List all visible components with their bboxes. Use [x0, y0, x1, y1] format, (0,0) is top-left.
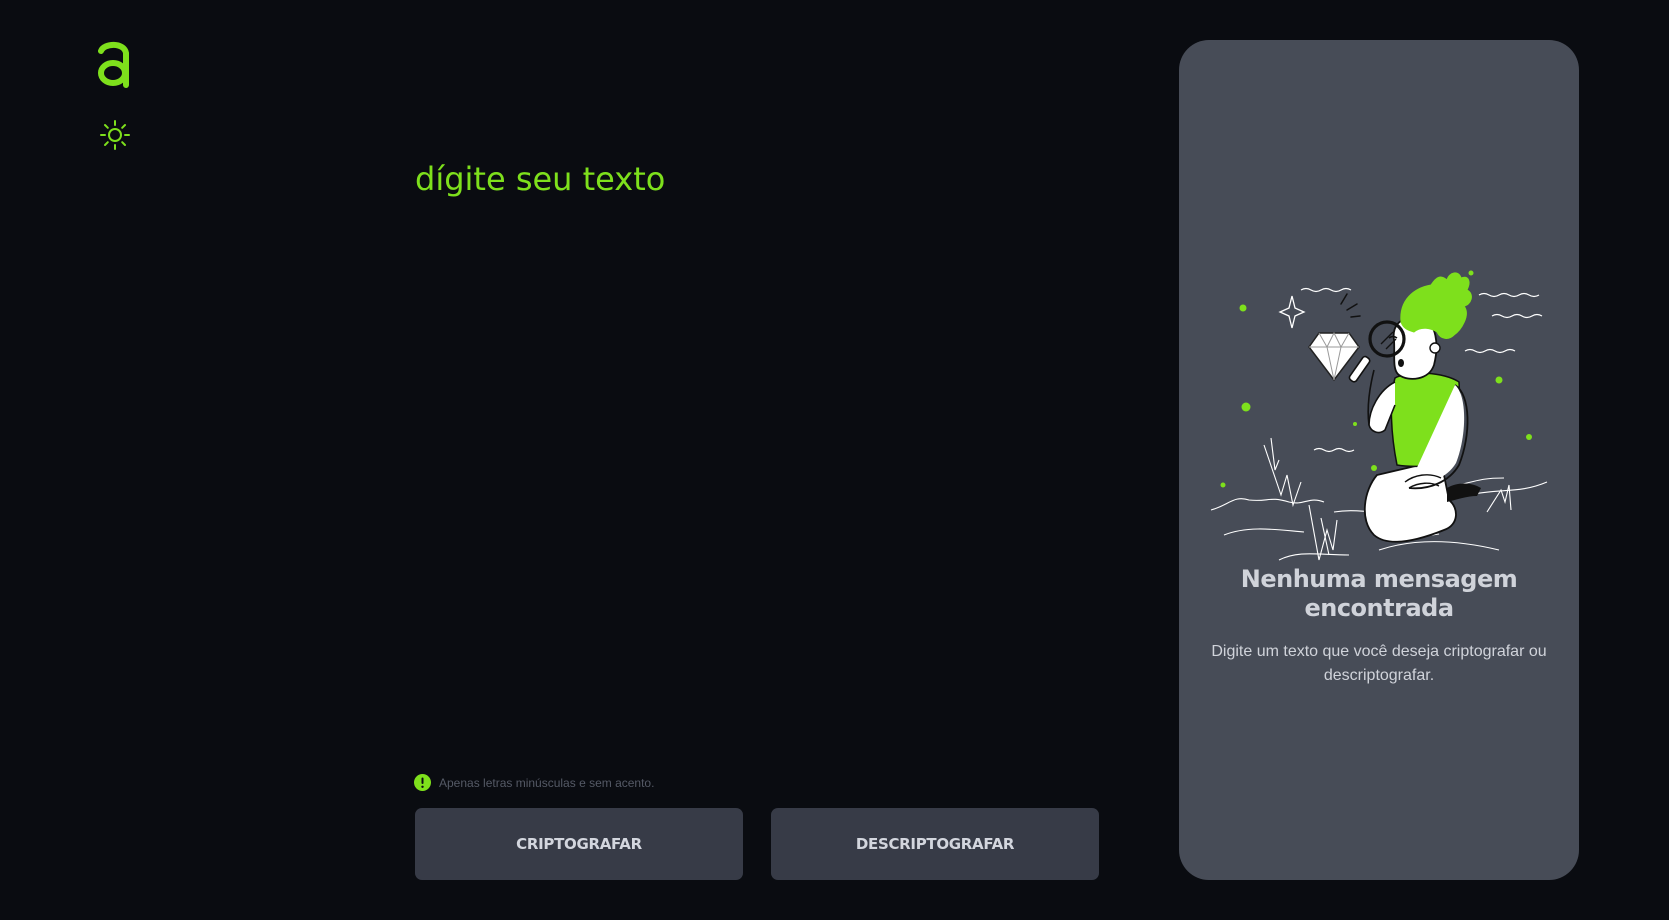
output-panel: Nenhuma mensagem encontrada Digite um te…: [1179, 40, 1579, 880]
app-page: Apenas letras minúsculas e sem acento. C…: [0, 0, 1669, 920]
person-with-magnifier-illustration: [1210, 270, 1548, 561]
theme-toggle-button[interactable]: [99, 119, 131, 151]
sun-icon: [100, 120, 130, 150]
empty-message-title: Nenhuma mensagem encontrada: [1240, 565, 1518, 622]
exclamation-circle-icon: [414, 774, 431, 791]
message-textarea[interactable]: [415, 160, 1100, 750]
logo-icon: [98, 41, 129, 88]
hint-text: Apenas letras minúsculas e sem acento.: [439, 775, 655, 790]
empty-message-description: Digite um texto que você deseja criptogr…: [1211, 643, 1547, 684]
encrypt-button[interactable]: CRIPTOGRAFAR: [415, 808, 743, 880]
decrypt-button[interactable]: DESCRIPTOGRAFAR: [771, 808, 1099, 880]
input-hint: Apenas letras minúsculas e sem acento.: [414, 774, 654, 791]
